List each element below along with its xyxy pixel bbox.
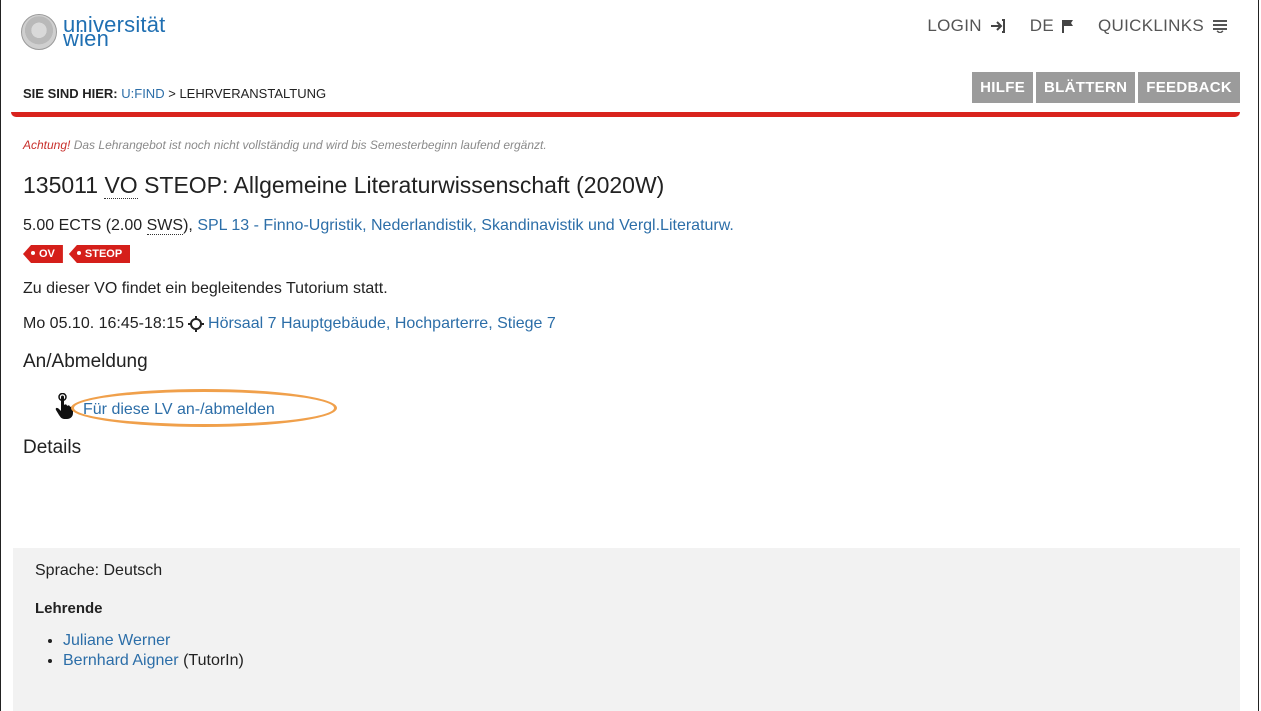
- course-name: STEOP: Allgemeine Literaturwissenschaft …: [144, 172, 665, 198]
- help-button[interactable]: HILFE: [972, 72, 1034, 103]
- course-title: 135011 VO STEOP: Allgemeine Literaturwis…: [23, 172, 1240, 199]
- breadcrumb-ufind-link[interactable]: U:FIND: [121, 86, 164, 101]
- location-link[interactable]: Hörsaal 7 Hauptgebäude, Hochparterre, St…: [208, 315, 556, 333]
- details-panel: Sprache: Deutsch Lehrende Juliane Werner…: [13, 548, 1240, 711]
- schedule-row: Mo 05.10. 16:45-18:15 Hörsaal 7 Hauptgeb…: [23, 315, 1240, 333]
- breadcrumb: SIE SIND HIER: U:FIND > LEHRVERANSTALTUN…: [23, 86, 326, 101]
- university-seal-icon: [21, 14, 57, 50]
- page: universität wien LOGIN DE QUICKLINKS SIE…: [0, 0, 1259, 711]
- header-accent-bar: [11, 112, 1240, 117]
- breadcrumb-label: SIE SIND HIER:: [23, 86, 118, 101]
- language-label: DE: [1029, 16, 1055, 35]
- lecturer-link[interactable]: Bernhard Aigner: [63, 652, 179, 669]
- registration-row: Für diese LV an-/abmelden: [55, 389, 1240, 427]
- flag-icon: [1062, 19, 1074, 33]
- menu-icon: [1213, 20, 1227, 33]
- tool-buttons: HILFE BLÄTTERN FEEDBACK: [972, 72, 1240, 103]
- breadcrumb-separator: >: [168, 86, 176, 101]
- schedule-time: Mo 05.10. 16:45-18:15: [23, 315, 185, 332]
- feedback-button[interactable]: FEEDBACK: [1138, 72, 1240, 103]
- language-switch[interactable]: DE: [1030, 16, 1074, 36]
- notice-text: Das Lehrangebot ist noch nicht vollständ…: [73, 138, 547, 152]
- notice: Achtung! Das Lehrangebot ist noch nicht …: [23, 138, 1240, 152]
- tag-list: OV STEOP: [23, 245, 1240, 263]
- tutorium-note: Zu dieser VO findet ein begleitendes Tut…: [23, 280, 388, 297]
- login-arrow-icon: [990, 19, 1005, 33]
- lecturer-role: (TutorIn): [183, 652, 244, 669]
- top-navigation: LOGIN DE QUICKLINKS: [927, 16, 1228, 36]
- browse-button[interactable]: BLÄTTERN: [1036, 72, 1136, 103]
- quicklinks-label: QUICKLINKS: [1098, 16, 1204, 35]
- ects-line: 5.00 ECTS (2.00 SWS), SPL 13 - Finno-Ugr…: [23, 217, 1240, 235]
- lecturer-list: Juliane Werner Bernhard Aigner (TutorIn): [35, 631, 1240, 671]
- course-number: 135011: [23, 172, 99, 198]
- notice-warning: Achtung!: [23, 138, 71, 152]
- spl-link[interactable]: SPL 13 - Finno-Ugristik, Nederlandistik,…: [197, 217, 734, 234]
- crosshair-icon: [188, 316, 205, 332]
- quicklinks-menu[interactable]: QUICKLINKS: [1098, 16, 1228, 36]
- highlight-oval: [71, 389, 337, 427]
- breadcrumb-current: LEHRVERANSTALTUNG: [179, 86, 327, 101]
- university-logo[interactable]: universität wien: [21, 14, 165, 50]
- lecturers-heading: Lehrende: [35, 600, 103, 617]
- tag-ov[interactable]: OV: [23, 245, 63, 263]
- ects-prefix: 5.00 ECTS (2.00: [23, 217, 143, 234]
- registration-heading: An/Abmeldung: [23, 351, 148, 372]
- lecturer-link[interactable]: Juliane Werner: [63, 632, 170, 649]
- list-item: Bernhard Aigner (TutorIn): [63, 651, 1240, 671]
- ects-suffix: ),: [183, 217, 193, 234]
- header: universität wien LOGIN DE QUICKLINKS SIE…: [1, 0, 1258, 118]
- login-label: LOGIN: [927, 16, 982, 35]
- language-info: Sprache: Deutsch: [35, 562, 163, 579]
- sws-abbr[interactable]: SWS: [146, 217, 184, 235]
- logo-text: universität wien: [63, 14, 165, 50]
- tag-steop[interactable]: STEOP: [68, 245, 131, 263]
- main-content: Achtung! Das Lehrangebot ist noch nicht …: [23, 138, 1240, 459]
- details-heading: Details: [23, 437, 82, 458]
- list-item: Juliane Werner: [63, 631, 1240, 651]
- course-type-abbr[interactable]: VO: [104, 172, 138, 199]
- login-link[interactable]: LOGIN: [927, 16, 1005, 36]
